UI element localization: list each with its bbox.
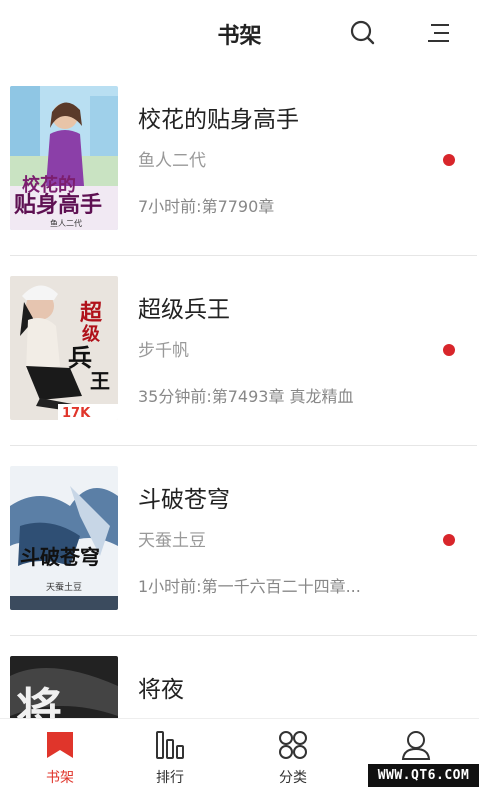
book-latest-update: 1小时前:第一千六百二十四章... (138, 577, 361, 596)
svg-text:天蚕土豆: 天蚕土豆 (46, 581, 82, 593)
page-title: 书架 (217, 24, 262, 49)
tab-bookshelf[interactable]: 书架 (0, 719, 120, 788)
book-cover: 将 (10, 656, 118, 718)
book-item[interactable]: 斗破苍穹 天蚕土豆 斗破苍穹 天蚕土豆 1小时前:第一千六百二十四章... (0, 446, 479, 636)
svg-text:贴身高手: 贴身高手 (14, 192, 102, 218)
book-cover: 超 级 兵 王 17K (10, 276, 118, 420)
unread-dot (443, 154, 455, 166)
top-bar: 书架 (0, 0, 479, 66)
tab-ranking[interactable]: 排行 (110, 719, 230, 788)
menu-icon[interactable] (424, 18, 454, 48)
book-item[interactable]: 将 将夜 (0, 636, 479, 718)
svg-text:级: 级 (82, 323, 101, 345)
watermark: WWW.QT6.COM (368, 764, 479, 787)
ranking-bars-icon (156, 731, 184, 759)
book-title: 超级兵王 (138, 297, 230, 323)
book-author: 步千帆 (138, 341, 189, 361)
tab-label: 书架 (46, 770, 74, 786)
tab-label: 分类 (279, 770, 307, 786)
book-item[interactable]: 超 级 兵 王 17K 超级兵王 步千帆 35分钟前:第7493章 真龙精血 (0, 256, 479, 446)
cover-title-text: 斗破苍穹 (20, 545, 100, 569)
bookmark-icon (47, 732, 73, 758)
search-icon[interactable] (348, 18, 378, 48)
book-cover: 校花的 贴身高手 鱼人二代 (10, 86, 118, 230)
svg-text:鱼人二代: 鱼人二代 (50, 218, 82, 228)
cover-title-text: 超 (80, 301, 103, 326)
cover-title-text: 将 (16, 683, 62, 718)
book-cover: 斗破苍穹 天蚕土豆 (10, 466, 118, 610)
bookshelf-list: 校花的 贴身高手 鱼人二代 校花的贴身高手 鱼人二代 7小时前:第7790章 超… (0, 66, 479, 718)
book-author: 天蚕土豆 (138, 531, 206, 551)
unread-dot (443, 534, 455, 546)
category-grid-icon (279, 731, 307, 759)
tab-category[interactable]: 分类 (233, 719, 353, 788)
book-title: 校花的贴身高手 (138, 107, 299, 133)
svg-text:17K: 17K (62, 406, 91, 420)
user-icon (401, 731, 431, 760)
svg-text:王: 王 (90, 369, 110, 393)
svg-text:兵: 兵 (68, 344, 92, 372)
book-latest-update: 35分钟前:第7493章 真龙精血 (138, 387, 354, 406)
book-title: 将夜 (138, 677, 184, 703)
unread-dot (443, 344, 455, 356)
book-author: 鱼人二代 (138, 151, 206, 171)
book-title: 斗破苍穹 (138, 487, 230, 513)
book-latest-update: 7小时前:第7790章 (138, 197, 275, 216)
book-item[interactable]: 校花的 贴身高手 鱼人二代 校花的贴身高手 鱼人二代 7小时前:第7790章 (0, 66, 479, 256)
tab-label: 排行 (156, 770, 184, 786)
